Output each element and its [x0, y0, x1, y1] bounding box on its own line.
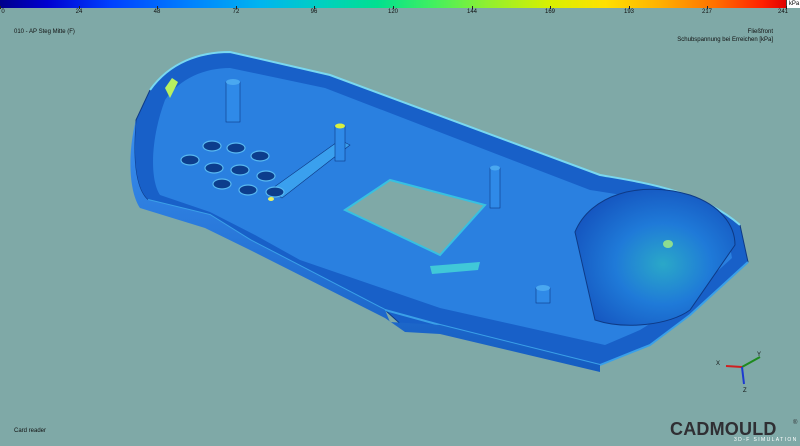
dome-hotspot [663, 240, 673, 248]
logo-subtitle: 3D-F SIMULATION [734, 437, 798, 443]
logo-registered: ® [793, 420, 798, 426]
axis-x-label: X [716, 361, 720, 367]
cadmould-logo: CADMOULD ® 3D-F SIMULATION [666, 419, 800, 446]
part-dome [574, 188, 736, 326]
axis-triad: Y X Z [716, 352, 761, 394]
axis-z-label: Z [743, 388, 747, 394]
axis-y-label: Y [757, 352, 761, 358]
3d-viewport[interactable]: Y X Z [0, 0, 800, 446]
logo-text: CADMOULD [670, 419, 777, 439]
model-name: Card reader [14, 428, 47, 434]
part-model[interactable] [130, 50, 749, 372]
